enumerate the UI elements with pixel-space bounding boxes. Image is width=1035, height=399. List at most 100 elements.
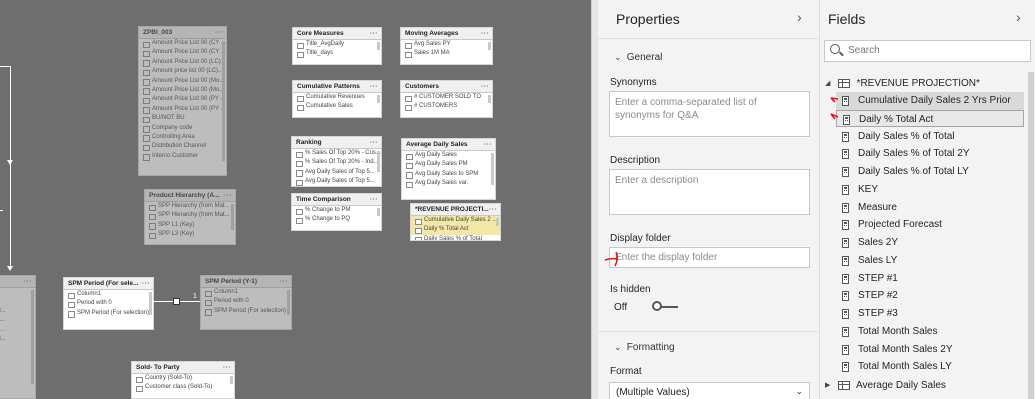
table-card-field[interactable]: ar at Dec Cl... (0, 307, 35, 316)
table-card-field[interactable]: BU/NOT BU (139, 114, 226, 124)
table-card-field[interactable]: ar at Mar C... (0, 326, 35, 335)
table-card-field[interactable]: # CUSTOMERS (401, 102, 492, 112)
table-card-field[interactable]: SPP L1 (Key) (145, 221, 235, 231)
more-options-icon[interactable]: ··· (481, 28, 489, 39)
table-card-field[interactable]: Amount Price List 00 (Mo... (139, 77, 226, 86)
table-card-scrollbar[interactable] (488, 42, 491, 50)
more-options-icon[interactable]: ··· (370, 28, 378, 39)
table-card[interactable]: SPM Period (Y-1) ··· Column1 Period with 0S… (200, 275, 292, 330)
field-item[interactable]: Daily Sales % of Total (836, 128, 1024, 146)
table-card-field[interactable]: Amount Price List 00 (PY ... (139, 95, 226, 105)
field-item[interactable]: STEP #1 (836, 270, 1024, 288)
table-card-scrollbar[interactable] (31, 290, 34, 384)
table-card[interactable]: Average Daily Sales ··· Avg Daily Sales Avg… (401, 138, 496, 200)
more-options-icon[interactable]: ··· (223, 362, 231, 373)
more-options-icon[interactable]: ··· (370, 81, 378, 92)
table-card-scrollbar[interactable] (377, 42, 380, 50)
table-card-field[interactable]: Amount Price List 00 (Mo... (139, 86, 226, 96)
table-card-field[interactable]: Title_days (293, 49, 381, 59)
table-card-field[interactable]: rate CY (0, 297, 35, 306)
table-card[interactable]: Moving Averages ··· Avg Sales PY Sales 1M M… (400, 27, 493, 65)
table-card-field[interactable]: Column1 (201, 288, 291, 298)
table-card-scrollbar[interactable] (231, 204, 234, 230)
table-card-field[interactable]: Amount price list 00 (LC)... (139, 67, 226, 77)
table-card-field[interactable]: Cumulative Revenues (293, 93, 381, 103)
synonyms-input[interactable]: Enter a comma-separated list of synonyms… (609, 91, 810, 137)
table-card-field[interactable]: Sales 1M MA (401, 49, 492, 59)
table-card-title[interactable]: Time Comparison ··· (292, 194, 381, 206)
more-options-icon[interactable]: ··· (280, 276, 288, 287)
table-card-field[interactable]: % Change to PQ (292, 215, 381, 225)
table-card-field[interactable]: % Sales Of Top 20% - Cus... (292, 149, 381, 159)
table-card-title[interactable]: Cumulative Patterns ··· (293, 81, 381, 93)
table-card-scrollbar[interactable] (377, 151, 380, 172)
more-options-icon[interactable]: ··· (370, 137, 378, 148)
description-input[interactable]: Enter a description (609, 169, 810, 215)
table-card-scrollbar[interactable] (491, 153, 494, 185)
field-item[interactable]: Daily Sales % of Total 2Y (836, 145, 1024, 163)
more-options-icon[interactable]: ··· (489, 204, 497, 215)
table-card-field[interactable]: SPP L3 (Key) (145, 230, 235, 240)
table-card-field[interactable]: Cumulative Sales (293, 102, 381, 112)
table-card-field[interactable]: ar at Jun Cl... (0, 316, 35, 325)
more-options-icon[interactable]: ··· (224, 190, 232, 201)
table-card-field[interactable]: Avg Daily Sales of Top 5... (292, 168, 381, 178)
table-card[interactable]: SPM Period (For sele... ··· Column1 Period … (63, 277, 154, 330)
field-item[interactable]: STEP #3 (836, 305, 1024, 323)
table-card-title[interactable]: Sold- To Party ··· (132, 362, 234, 374)
field-item[interactable]: Measure (836, 199, 1024, 217)
table-card-scrollbar[interactable] (488, 95, 491, 103)
table-card-field[interactable]: Avg Daily Sales var. (402, 179, 495, 189)
table-card[interactable]: Customers ··· # CUSTOMER SOLD TO # CUSTOMER… (400, 80, 493, 118)
table-card-field[interactable]: % Change to PM (292, 206, 381, 216)
field-item[interactable]: Sales LY (836, 252, 1024, 270)
table-card-field[interactable]: Avg Daily Sales to SPM (402, 170, 495, 180)
table-card-scrollbar[interactable] (287, 290, 290, 315)
table-card-field[interactable]: Avg Daily Sales (402, 151, 495, 161)
more-options-icon[interactable]: ··· (24, 276, 32, 287)
table-card-scrollbar[interactable] (496, 218, 499, 226)
table-card-scrollbar[interactable] (149, 292, 152, 315)
field-table-average-daily-sales[interactable]: ▶ Average Daily Sales (825, 380, 946, 391)
table-card-scrollbar[interactable] (230, 376, 233, 384)
table-card-field[interactable]: SPM Period (For selection) (64, 309, 153, 319)
table-card[interactable]: ...es···Monthly A...rate CYar at Dec Cl.… (0, 275, 36, 399)
chevron-right-icon[interactable]: › (797, 9, 802, 25)
display-folder-input[interactable]: Enter the display folder (609, 247, 810, 268)
table-card-scrollbar[interactable] (377, 208, 380, 216)
pane-divider[interactable] (591, 0, 598, 399)
table-card-title[interactable]: Ranking ··· (292, 137, 381, 149)
table-card-field[interactable]: Amount Price List 00 (CY ... (139, 48, 226, 58)
table-card[interactable]: *REVENUE PROJECTI... ··· Cumulative Daily … (410, 203, 501, 241)
table-card-field[interactable]: Title_AvgDaily (293, 40, 381, 50)
table-card-field[interactable]: Avg Daily Sales of Top 5... (292, 177, 381, 186)
table-card-scrollbar[interactable] (222, 41, 225, 161)
table-card-field[interactable]: SPP Hierarchy (from Mat... (145, 202, 235, 212)
table-card-field[interactable]: Avg Daily Sales PM (402, 160, 495, 170)
table-card-field[interactable]: % Sales Of Top 20% - Ind... (292, 158, 381, 168)
table-card-field[interactable]: (Key) (0, 382, 35, 391)
table-card-field[interactable]: Period with 0 (64, 299, 153, 309)
table-card-title[interactable]: Average Daily Sales ··· (402, 139, 495, 151)
table-card-field[interactable]: SPM Period (For selection) (201, 307, 291, 317)
field-item[interactable]: Total Month Sales 2Y (836, 341, 1024, 359)
table-card-field[interactable]: SPP Hierarchy (from Mat... (145, 211, 235, 221)
more-options-icon[interactable]: ··· (481, 81, 489, 92)
table-card[interactable]: ZPBI_003 ··· Amount Price List 00 (CY ... A… (138, 26, 227, 176)
table-card-field[interactable]: urrency (0, 344, 35, 353)
field-item[interactable]: Daily % Total Act (836, 109, 1024, 128)
field-item[interactable]: Daily Sales % of Total LY (836, 163, 1024, 181)
table-card-field[interactable]: Amount Price List 00 (PY ... (139, 105, 226, 115)
table-card-title[interactable]: Customers ··· (401, 81, 492, 93)
table-card-field[interactable]: Company code (139, 124, 226, 133)
table-card-title[interactable]: Product Hierarchy (A... ··· (145, 190, 235, 202)
table-card[interactable]: Sold- To Party ··· Country (Sold-To) Custom… (131, 361, 235, 399)
field-item[interactable]: STEP #2 (836, 287, 1024, 305)
table-card-title[interactable]: ...es··· (0, 276, 35, 288)
field-table-revenue-projection[interactable]: ◢ *REVENUE PROJECTION* (825, 78, 980, 89)
table-card-field[interactable]: Daily % Total Act (411, 225, 500, 235)
table-card-scrollbar[interactable] (377, 95, 380, 103)
table-card-field[interactable]: ar at Sep Cl... (0, 335, 35, 344)
table-card-field[interactable]: Amount Price List 00 (LC) (139, 58, 226, 68)
field-item[interactable]: Cumulative Daily Sales 2 Yrs Prior (836, 92, 1024, 110)
